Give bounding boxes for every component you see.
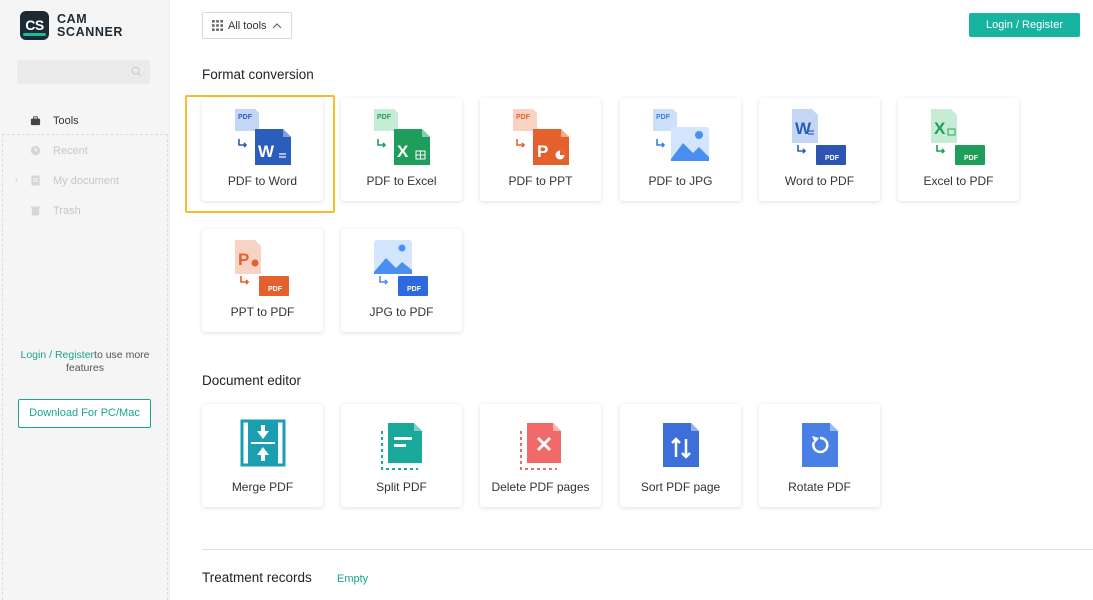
sort-pages-icon — [663, 423, 699, 467]
svg-text:W: W — [258, 142, 275, 161]
grid-icon — [212, 20, 223, 31]
search-icon[interactable] — [131, 66, 142, 77]
excel-to-pdf-icon: X PDF — [931, 109, 985, 165]
word-to-pdf-icon: W PDF — [792, 109, 846, 165]
svg-text:PDF: PDF — [238, 114, 253, 121]
tool-card-label: JPG to PDF — [369, 305, 434, 319]
svg-text:X: X — [397, 142, 409, 161]
logo-text-line1: CAM — [57, 11, 88, 26]
login-promo: Login / Registerto use more features — [10, 349, 160, 375]
chevron-up-icon — [272, 23, 281, 29]
tool-card-ppt-to-pdf[interactable]: P PDF PPT to PDF — [202, 229, 323, 332]
sidebar-item-label: Trash — [53, 204, 81, 217]
svg-text:PDF: PDF — [516, 114, 531, 121]
sidebar-item-trash[interactable]: Trash — [30, 203, 119, 218]
login-register-button[interactable]: Login / Register — [969, 13, 1080, 37]
document-editor-title: Document editor — [202, 373, 302, 388]
tool-card-label: Sort PDF page — [640, 480, 721, 494]
download-desktop-button[interactable]: Download For PC/Mac — [18, 399, 151, 428]
tool-card-delete-pdf-pages[interactable]: Delete PDF pages — [480, 404, 601, 507]
tool-card-label: PDF to Word — [227, 174, 298, 188]
delete-pages-icon — [520, 423, 561, 470]
ppt-to-pdf-icon: P PDF — [235, 240, 289, 296]
tool-card-excel-to-pdf[interactable]: X PDF Excel to PDF — [898, 98, 1019, 201]
svg-text:W: W — [795, 119, 812, 138]
tool-card-split-pdf[interactable]: Split PDF — [341, 404, 462, 507]
tool-card-word-to-pdf[interactable]: W PDF Word to PDF — [759, 98, 880, 201]
pdf-to-jpg-icon: PDF — [653, 109, 709, 161]
tool-card-label: PPT to PDF — [230, 305, 295, 319]
app-logo[interactable]: CS CAM SCANNER — [20, 11, 123, 40]
sidebar-item-recent[interactable]: Recent — [30, 143, 119, 158]
toolbox-icon — [30, 116, 41, 126]
svg-text:PDF: PDF — [656, 114, 671, 121]
jpg-to-pdf-icon: PDF — [374, 240, 428, 296]
logo-text-line2: SCANNER — [57, 24, 124, 39]
tool-card-label: Excel to PDF — [923, 174, 994, 188]
tool-card-pdf-to-excel[interactable]: PDF X PDF to Excel — [341, 98, 462, 201]
tool-card-pdf-to-word[interactable]: PDF W PDF to Word — [202, 98, 323, 201]
format-conversion-title: Format conversion — [202, 67, 314, 82]
svg-text:PDF: PDF — [268, 286, 283, 293]
logo-badge: CS — [20, 11, 49, 40]
expand-arrow-icon[interactable]: › — [15, 174, 18, 184]
rotate-pdf-icon — [802, 423, 838, 467]
tool-card-label: Rotate PDF — [788, 480, 851, 494]
svg-text:PDF: PDF — [825, 155, 840, 162]
sidebar-search-input[interactable] — [17, 60, 150, 84]
tool-card-label: Merge PDF — [231, 480, 294, 494]
pdf-to-excel-icon: PDF X — [374, 109, 430, 165]
split-pdf-icon — [381, 423, 422, 470]
clock-icon — [30, 145, 41, 156]
tool-card-pdf-to-jpg[interactable]: PDF PDF to JPG — [620, 98, 741, 201]
section-divider — [202, 549, 1093, 550]
treatment-records-title: Treatment records — [202, 570, 312, 585]
svg-text:PDF: PDF — [407, 286, 422, 293]
all-tools-label: All tools — [228, 19, 267, 32]
tool-card-rotate-pdf[interactable]: Rotate PDF — [759, 404, 880, 507]
tool-card-label: PDF to PPT — [508, 174, 573, 188]
merge-pdf-icon — [240, 419, 286, 467]
svg-text:PDF: PDF — [964, 155, 979, 162]
sidebar-nav: Tools Recent › My document Trash — [15, 113, 120, 233]
pdf-to-word-icon: PDF W — [235, 109, 291, 165]
all-tools-dropdown[interactable]: All tools — [202, 12, 292, 39]
sidebar-item-label: Tools — [53, 114, 79, 127]
tool-card-label: Delete PDF pages — [491, 480, 590, 494]
sidebar-item-label: My document — [53, 174, 120, 187]
svg-text:X: X — [934, 119, 946, 138]
tool-card-sort-pdf-page[interactable]: Sort PDF page — [620, 404, 741, 507]
tool-card-jpg-to-pdf[interactable]: PDF JPG to PDF — [341, 229, 462, 332]
tool-card-merge-pdf[interactable]: Merge PDF — [202, 404, 323, 507]
treatment-records-empty: Empty — [337, 573, 369, 585]
tool-card-label: PDF to Excel — [366, 174, 437, 188]
promo-login-link[interactable]: Login / Register — [21, 349, 95, 361]
tool-card-label: Word to PDF — [784, 174, 855, 188]
sidebar-item-tools[interactable]: Tools — [30, 113, 119, 128]
svg-text:P: P — [537, 142, 548, 161]
svg-text:PDF: PDF — [377, 114, 392, 121]
tool-card-pdf-to-ppt[interactable]: PDF P PDF to PPT — [480, 98, 601, 201]
sidebar-item-label: Recent — [53, 144, 88, 157]
pdf-to-ppt-icon: PDF P — [513, 109, 569, 165]
tool-card-label: PDF to JPG — [648, 174, 713, 188]
logo-text: CAM SCANNER — [57, 11, 124, 39]
document-icon — [31, 175, 40, 186]
sidebar: CS CAM SCANNER Tools Recent › My documen… — [0, 0, 170, 600]
svg-text:P: P — [238, 250, 249, 269]
trash-icon — [30, 206, 41, 216]
sidebar-item-my-document[interactable]: › My document — [15, 173, 120, 188]
tool-card-label: Split PDF — [376, 480, 427, 494]
